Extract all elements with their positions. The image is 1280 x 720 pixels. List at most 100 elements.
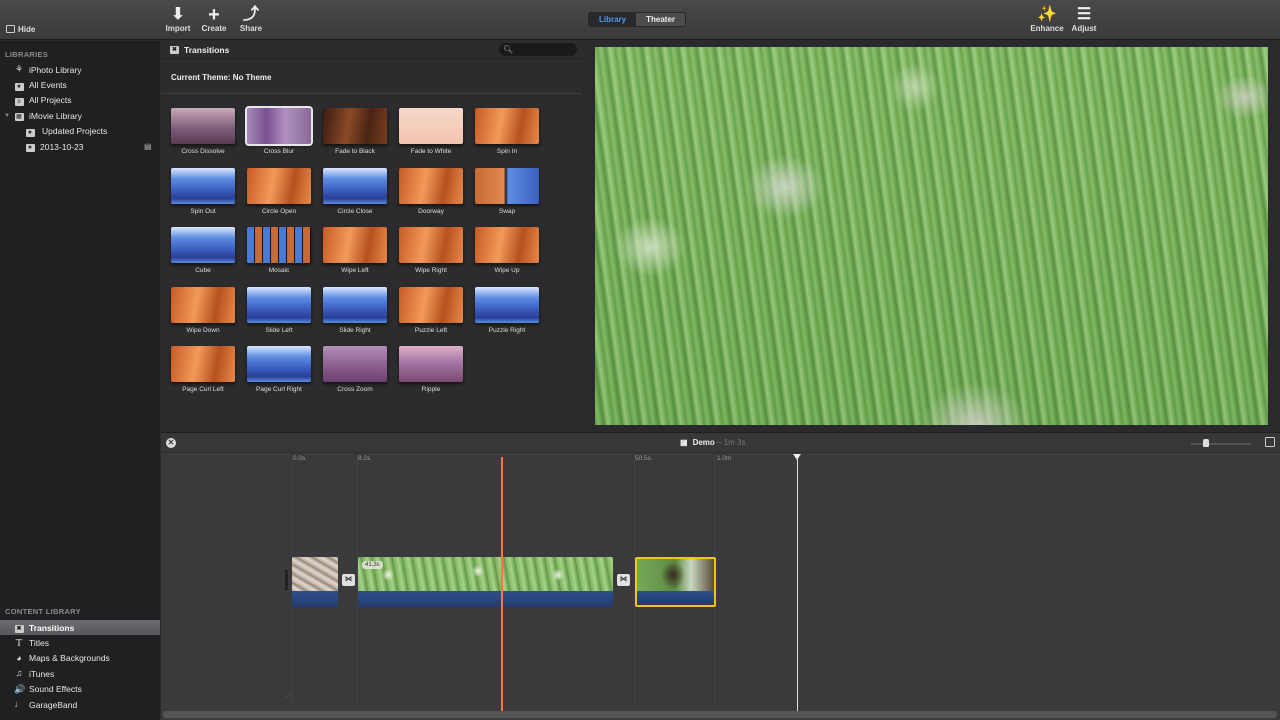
clip-1[interactable] (292, 557, 338, 607)
transition-label: Mosaic (268, 267, 290, 274)
transition-thumbnail (475, 286, 539, 323)
ruler-tick-label: 50.5s (635, 455, 651, 462)
transition-tile-fade-to-white[interactable]: Fade to White (399, 108, 465, 164)
sidebar-item-imovie-library[interactable]: ▼ ▦ iMovie Library (0, 108, 160, 123)
sidebar: LIBRARIES ⚘ iPhoto Library ★ All Events ≡ A… (0, 41, 160, 720)
adjust-button[interactable]: ☰ Adjust (1064, 6, 1104, 33)
clip-3-selected[interactable] (635, 557, 716, 607)
transition-label: Wipe Up (494, 267, 520, 274)
close-project-button[interactable]: ✕ (166, 438, 176, 448)
transition-label: Cross Blur (263, 148, 295, 155)
transition-label: Ripple (421, 386, 441, 393)
create-button[interactable]: + Create (194, 4, 234, 33)
sidebar-item-sound-effects[interactable]: 🔊 Sound Effects (0, 682, 160, 697)
share-button[interactable]: ⤴ Share (231, 6, 271, 33)
theater-view-button[interactable]: Theater (636, 13, 686, 26)
transition-thumbnail (171, 286, 235, 323)
transition-tile-puzzle-left[interactable]: Puzzle Left (399, 286, 465, 343)
zoom-slider-knob[interactable] (1203, 439, 1209, 447)
share-icon: ⤴ (242, 6, 259, 23)
transition-label: Circle Open (261, 207, 297, 215)
transition-tile-doorway[interactable]: Doorway (399, 167, 465, 224)
transition-tile-wipe-up[interactable]: Wipe Up (475, 227, 541, 283)
magic-wand-icon: ✨ (1037, 6, 1057, 23)
transition-thumbnail (171, 167, 235, 204)
transition-tile-ripple[interactable]: Ripple (399, 346, 465, 402)
transition-tile-cross-dissolve[interactable]: Cross Dissolve (171, 108, 237, 164)
sidebar-item-2013-10-23[interactable]: ★ 2013-10-23 ▤ (0, 139, 160, 154)
timeline-header: ✕ ▦ Demo – 1m 3s (161, 433, 1280, 453)
hide-sidebar-button[interactable]: Hide (6, 25, 35, 34)
music-note-icon: ♫ (15, 668, 23, 679)
iphoto-icon: ⚘ (14, 64, 24, 75)
library-view-button[interactable]: Library (589, 13, 637, 26)
transition-thumbnail (475, 227, 539, 263)
transition-tile-cross-zoom[interactable]: Cross Zoom (323, 346, 389, 402)
timeline-settings-button[interactable] (1265, 437, 1275, 447)
disclosure-triangle-icon[interactable]: ▼ (4, 113, 14, 119)
transition-tile-cross-blur[interactable]: Cross Blur (245, 106, 313, 164)
star-icon: ★ (14, 82, 24, 91)
transition-thumbnail (475, 108, 539, 144)
enhance-button[interactable]: ✨ Enhance (1027, 6, 1067, 33)
clip-edge-handle[interactable] (285, 570, 288, 590)
sidebar-item-itunes[interactable]: ♫ iTunes (0, 666, 160, 681)
transition-tile-wipe-right[interactable]: Wipe Right (399, 227, 465, 283)
transition-thumbnail (399, 227, 463, 263)
transition-label: Slide Left (265, 326, 293, 334)
transition-tile-slide-left[interactable]: Slide Left (247, 286, 313, 343)
ruler-tick-label: 1.0m (717, 455, 732, 462)
transition-tile-fade-to-black[interactable]: Fade to Black (323, 108, 389, 164)
transition-label: Cross Zoom (337, 386, 373, 393)
transition-tile-slide-right[interactable]: Slide Right (323, 286, 389, 343)
transition-tile-circle-open[interactable]: Circle Open (247, 167, 313, 224)
film-strip-icon: ▦ (680, 438, 688, 447)
transition-tile-spin-out[interactable]: Spin Out (171, 167, 237, 224)
plus-icon: + (208, 4, 220, 26)
titles-icon: T (15, 636, 23, 649)
transition-label: Cube (195, 267, 211, 274)
sidebar-item-maps-backgrounds[interactable]: ◕ Maps & Backgrounds (0, 651, 160, 666)
clip-duration-badge: 41.3s (362, 561, 383, 569)
transition-label: Spin In (496, 148, 518, 155)
transition-marker-2[interactable]: ⋈ (617, 574, 630, 586)
transition-tile-swap[interactable]: Swap (475, 167, 541, 224)
transition-tile-wipe-down[interactable]: Wipe Down (171, 286, 237, 343)
transition-tile-page-curl-left[interactable]: Page Curl Left (171, 346, 237, 402)
transition-thumbnail (247, 227, 311, 263)
transition-thumbnail (475, 167, 539, 204)
transition-thumbnail (247, 346, 311, 382)
clip-thumbnail: 41.3s (358, 557, 613, 591)
transition-tile-page-curl-right[interactable]: Page Curl Right (247, 346, 313, 402)
transition-label: Puzzle Right (488, 326, 526, 334)
video-preview[interactable] (595, 47, 1268, 425)
transition-tile-wipe-left[interactable]: Wipe Left (323, 227, 389, 283)
transition-tile-cube[interactable]: Cube (171, 227, 237, 283)
transition-tile-spin-in[interactable]: Spin In (475, 108, 541, 164)
search-field[interactable]: 🔍︎ (499, 43, 577, 56)
sidebar-item-updated-projects[interactable]: ★ Updated Projects (0, 124, 160, 139)
sidebar-item-garageband[interactable]: ♩ GarageBand (0, 697, 160, 712)
transition-thumbnail (323, 286, 387, 323)
transition-tile-puzzle-right[interactable]: Puzzle Right (475, 286, 541, 343)
zoom-slider[interactable] (1191, 439, 1251, 447)
transition-tile-circle-close[interactable]: Circle Close (323, 167, 389, 224)
transition-tile-mosaic[interactable]: Mosaic (247, 227, 313, 283)
transition-thumbnail (399, 286, 463, 323)
project-title: ▦ Demo – 1m 3s (680, 438, 746, 447)
ruler-tick-label: 8.2s (358, 455, 371, 462)
sidebar-item-iphoto-library[interactable]: ⚘ iPhoto Library (0, 62, 160, 77)
sidebar-item-all-projects[interactable]: ≡ All Projects (0, 93, 160, 108)
toolbar: Hide ⬇ Import + Create ⤴ Share Library Thea… (0, 0, 1280, 40)
sidebar-icon (6, 25, 15, 33)
playhead[interactable] (501, 457, 503, 711)
clip-2[interactable]: 41.3s (358, 557, 613, 607)
sidebar-item-titles[interactable]: T Titles (0, 635, 160, 650)
transition-label: Doorway (418, 207, 444, 215)
import-button[interactable]: ⬇ Import (158, 6, 198, 33)
sidebar-item-all-events[interactable]: ★ All Events (0, 77, 160, 92)
guitar-icon: ♩ (14, 699, 24, 710)
sidebar-item-transitions[interactable]: ✖ Transitions (0, 620, 160, 636)
transition-marker-1[interactable]: ⋈ (342, 574, 355, 586)
timeline-scrollbar[interactable] (163, 711, 1277, 718)
